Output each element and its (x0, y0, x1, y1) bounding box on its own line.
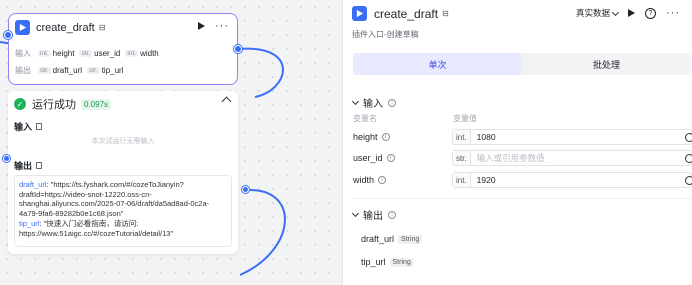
more-options-button[interactable]: ··· (215, 21, 229, 32)
info-icon: i (381, 133, 390, 141)
type-tag: String (398, 234, 423, 244)
input-row-height: height i int. 1080 (353, 129, 692, 145)
output-section-header[interactable]: 输出 i (351, 207, 396, 222)
panel-more-button[interactable]: ··· (666, 8, 680, 19)
result-output-box: draft_url: "https://ts.fyshark.com/#/coz… (14, 175, 232, 247)
node-input-label: 输入 (15, 49, 31, 58)
panel-subtitle: 插件入口-创建草稿 (352, 30, 419, 39)
reference-icon[interactable] (685, 176, 692, 185)
collapse-caret-icon (351, 97, 360, 105)
tab-single[interactable]: 单次 (353, 53, 522, 75)
node-input-user-id: str. user_id (79, 49, 121, 58)
info-icon: i (378, 176, 387, 184)
run-node-button[interactable] (198, 22, 205, 30)
col-var-name: 变量名 (353, 114, 377, 123)
result-output-heading: 输出 (14, 159, 43, 172)
copy-output-icon[interactable] (36, 162, 43, 169)
width-input[interactable]: int. 1920 (452, 172, 692, 188)
run-result-panel: ✓ 运行成功 0.097s 输入 本次试运行无需输入 输出 draft_url:… (8, 91, 238, 254)
output-draft-url: draft_url String (361, 234, 423, 244)
panel-run-button[interactable] (628, 9, 635, 17)
info-icon: i (388, 98, 396, 107)
info-icon: i (386, 154, 395, 162)
help-icon[interactable]: ? (645, 7, 656, 19)
draft-icon: ⊟ (98, 23, 106, 32)
copy-input-icon[interactable] (36, 123, 43, 130)
node-output-label: 输出 (15, 66, 31, 75)
input-row-width: width i int. 1920 (353, 172, 692, 188)
run-mode-tabs: 单次 批处理 (353, 53, 691, 75)
workflow-canvas[interactable]: create_draft ⊟ ··· 输入 int. height str. use… (0, 0, 342, 285)
draft-url-output: draft_url: "https://ts.fyshark.com/#/coz… (19, 180, 210, 218)
output-tip-url: tip_url String (361, 257, 414, 267)
node-output-tip-url: str. tip_url (87, 66, 124, 75)
collapse-caret-icon (351, 209, 360, 217)
type-tag: String (389, 257, 414, 267)
collapse-chevron-icon[interactable] (221, 96, 232, 107)
section-divider (353, 198, 691, 199)
run-time-badge: 0.097s (81, 98, 112, 110)
info-icon: i (388, 210, 396, 219)
success-check-icon: ✓ (14, 98, 26, 110)
tip-url-output: tip_url: "快速入门必看指南，请访问: https://www.51ai… (19, 219, 174, 238)
result-input-empty: 本次试运行无需输入 (91, 138, 155, 145)
data-source-select[interactable]: 真实数据 (576, 7, 620, 19)
result-input-heading: 输入 (14, 120, 43, 133)
node-input-height: int. height (38, 49, 75, 58)
node-inputs: 输入 int. height str. user_id int. width (15, 48, 159, 59)
run-status-text: 运行成功 (32, 99, 76, 111)
node-output-draft-url: str. draft_url (38, 66, 83, 75)
panel-plugin-icon (352, 6, 367, 21)
reference-icon[interactable] (685, 133, 692, 142)
node-title: create_draft (36, 21, 95, 34)
node-debug-panel: create_draft ⊟ 插件入口-创建草稿 真实数据 ? ··· 单次 批… (342, 0, 692, 285)
node-output-port[interactable] (234, 45, 242, 53)
input-row-user-id: user_id i str. 输入或引用参数值 (353, 150, 692, 166)
create-draft-node[interactable]: create_draft ⊟ ··· 输入 int. height str. use… (8, 13, 238, 85)
node-input-port[interactable] (4, 31, 12, 39)
input-section-header[interactable]: 输入 i (351, 95, 396, 110)
chevron-down-icon (611, 8, 620, 16)
tab-batch[interactable]: 批处理 (522, 53, 691, 75)
result-left-port[interactable] (3, 155, 10, 162)
user-id-input[interactable]: str. 输入或引用参数值 (452, 150, 692, 166)
plugin-icon (15, 20, 30, 35)
node-input-width: int. width (125, 49, 159, 58)
col-var-value: 变量值 (453, 114, 477, 123)
height-input[interactable]: int. 1080 (452, 129, 692, 145)
panel-draft-icon: ⊟ (442, 9, 449, 18)
reference-icon[interactable] (685, 154, 692, 163)
node-outputs: 输出 str. draft_url str. tip_url (15, 65, 124, 76)
panel-title: create_draft (374, 6, 439, 21)
result-right-port[interactable] (242, 186, 249, 193)
